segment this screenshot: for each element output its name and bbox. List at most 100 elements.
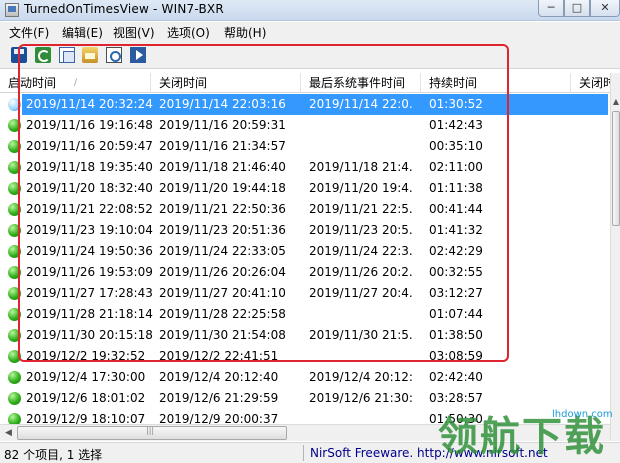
cell-last-event: 2019/11/27 20:4... [309,286,414,300]
vertical-scroll-thumb[interactable] [612,111,620,226]
cell-end-time: 2019/11/18 21:46:40 [159,160,286,174]
cell-end-time: 2019/11/27 20:41:10 [159,286,286,300]
cell-duration: 01:41:32 [429,223,483,237]
cell-last-event: 2019/11/21 22:5... [309,202,414,216]
scroll-up-arrow-icon[interactable]: ▲ [611,93,620,111]
cell-last-event: 2019/11/26 20:2... [309,265,414,279]
column-header-shutdown[interactable]: 关闭时 [571,73,610,93]
exit-icon[interactable] [130,47,146,63]
cell-duration: 00:32:55 [429,265,483,279]
column-header-duration[interactable]: 持续时间 [421,73,571,93]
cell-end-time: 2019/11/16 20:59:31 [159,118,286,132]
app-icon [5,3,19,17]
list-view[interactable]: 2019/11/14 20:32:24 2019/11/14 22:03:16 … [0,94,610,424]
cell-last-event: 2019/12/6 21:30:... [309,391,414,405]
table-row[interactable]: 2019/11/27 17:28:43 2019/11/27 20:41:10 … [0,283,610,304]
status-dot-icon [8,371,21,384]
horizontal-scroll-thumb[interactable] [17,426,287,440]
cell-end-time: 2019/12/6 21:29:59 [159,391,279,405]
cell-start-time: 2019/11/28 21:18:14 [26,307,153,321]
toolbar [0,41,620,69]
cell-start-time: 2019/11/27 17:28:43 [26,286,153,300]
status-dot-icon [8,308,21,321]
vertical-scrollbar[interactable]: ▲ [610,73,620,441]
table-row[interactable]: 2019/11/14 20:32:24 2019/11/14 22:03:16 … [0,94,610,115]
table-row[interactable]: 2019/11/18 19:35:40 2019/11/18 21:46:40 … [0,157,610,178]
menu-view[interactable]: 视图(V) [113,24,155,41]
cell-end-time: 2019/11/14 22:03:16 [159,97,286,111]
cell-end-time: 2019/11/26 20:26:04 [159,265,286,279]
close-button[interactable]: ✕ [590,0,620,17]
menu-bar: 文件(F) 编辑(E) 视图(V) 选项(O) 帮助(H) [0,22,620,41]
table-row[interactable]: 2019/11/28 21:18:14 2019/11/28 22:25:58 … [0,304,610,325]
window-title: TurnedOnTimesView - WIN7-BXR [24,2,224,16]
cell-start-time: 2019/11/14 20:32:24 [26,97,153,111]
status-dot-icon [8,161,21,174]
cell-start-time: 2019/12/4 17:30:00 [26,370,146,384]
cell-end-time: 2019/11/21 22:50:36 [159,202,286,216]
cell-end-time: 2019/11/30 21:54:08 [159,328,286,342]
cell-end-time: 2019/12/4 20:12:40 [159,370,279,384]
status-dot-icon [8,224,21,237]
table-row[interactable]: 2019/11/24 19:50:36 2019/11/24 22:33:05 … [0,241,610,262]
column-header-last-event[interactable]: 最后系统事件时间 [301,73,421,93]
table-row[interactable]: 2019/11/16 20:59:47 2019/11/16 21:34:57 … [0,136,610,157]
column-header-end-time[interactable]: 关闭时间 [151,73,301,93]
cell-start-time: 2019/11/16 20:59:47 [26,139,153,153]
cell-start-time: 2019/11/16 19:16:48 [26,118,153,132]
cell-duration: 03:12:27 [429,286,483,300]
maximize-button[interactable]: □ [564,0,590,17]
table-row[interactable]: 2019/12/2 19:32:52 2019/12/2 22:41:51 03… [0,346,610,367]
menu-edit[interactable]: 编辑(E) [62,24,103,41]
cell-duration: 03:08:59 [429,349,483,363]
title-bar: TurnedOnTimesView - WIN7-BXR ─ □ ✕ [0,0,620,21]
table-row[interactable]: 2019/11/26 19:53:09 2019/11/26 20:26:04 … [0,262,610,283]
column-header-label: 关闭时间 [159,76,208,90]
find-icon[interactable] [106,47,122,63]
cell-start-time: 2019/12/9 18:10:07 [26,412,146,424]
cell-duration: 01:42:43 [429,118,483,132]
cell-duration: 00:41:44 [429,202,483,216]
cell-start-time: 2019/12/6 18:01:02 [26,391,146,405]
column-header-label: 关闭时 [579,76,610,90]
cell-start-time: 2019/11/23 19:10:04 [26,223,153,237]
status-item-count: 82 个项目, 1 选择 [4,448,103,462]
refresh-icon[interactable] [35,47,51,63]
cell-last-event: 2019/11/20 19:4... [309,181,414,195]
cell-duration: 03:28:57 [429,391,483,405]
status-dot-icon [8,266,21,279]
properties-icon[interactable] [82,47,98,63]
save-icon[interactable] [11,47,27,63]
menu-options[interactable]: 选项(O) [167,24,210,41]
cell-end-time: 2019/11/16 21:34:57 [159,139,286,153]
column-header-label: 启动时间 [8,76,57,90]
table-row[interactable]: 2019/11/23 19:10:04 2019/11/23 20:51:36 … [0,220,610,241]
column-header-start-time[interactable]: 启动时间 / [0,73,151,93]
table-row[interactable]: 2019/11/21 22:08:52 2019/11/21 22:50:36 … [0,199,610,220]
status-dot-icon [8,119,21,132]
cell-last-event: 2019/12/4 20:12:... [309,370,414,384]
scroll-left-arrow-icon[interactable]: ◀ [0,425,17,441]
menu-help[interactable]: 帮助(H) [224,24,266,41]
status-dot-icon [8,203,21,216]
status-dot-icon [8,392,21,405]
status-divider [303,445,304,461]
sort-indicator-icon: / [74,78,78,88]
menu-file[interactable]: 文件(F) [9,24,49,41]
table-row[interactable]: 2019/11/30 20:15:18 2019/11/30 21:54:08 … [0,325,610,346]
status-dot-icon [8,287,21,300]
cell-end-time: 2019/11/28 22:25:58 [159,307,286,321]
cell-duration: 01:07:44 [429,307,483,321]
copy-icon[interactable] [59,47,75,63]
table-row[interactable]: 2019/12/4 17:30:00 2019/12/4 20:12:40 20… [0,367,610,388]
cell-duration: 01:30:52 [429,97,483,111]
cell-start-time: 2019/11/18 19:35:40 [26,160,153,174]
table-row[interactable]: 2019/11/16 19:16:48 2019/11/16 20:59:31 … [0,115,610,136]
cell-duration: 01:11:38 [429,181,483,195]
table-row[interactable]: 2019/11/20 18:32:40 2019/11/20 19:44:18 … [0,178,610,199]
cell-end-time: 2019/11/24 22:33:05 [159,244,286,258]
cell-end-time: 2019/12/2 22:41:51 [159,349,279,363]
minimize-button[interactable]: ─ [538,0,564,17]
cell-last-event: 2019/11/30 21:5... [309,328,414,342]
watermark-url: lhdown.com [552,409,613,420]
